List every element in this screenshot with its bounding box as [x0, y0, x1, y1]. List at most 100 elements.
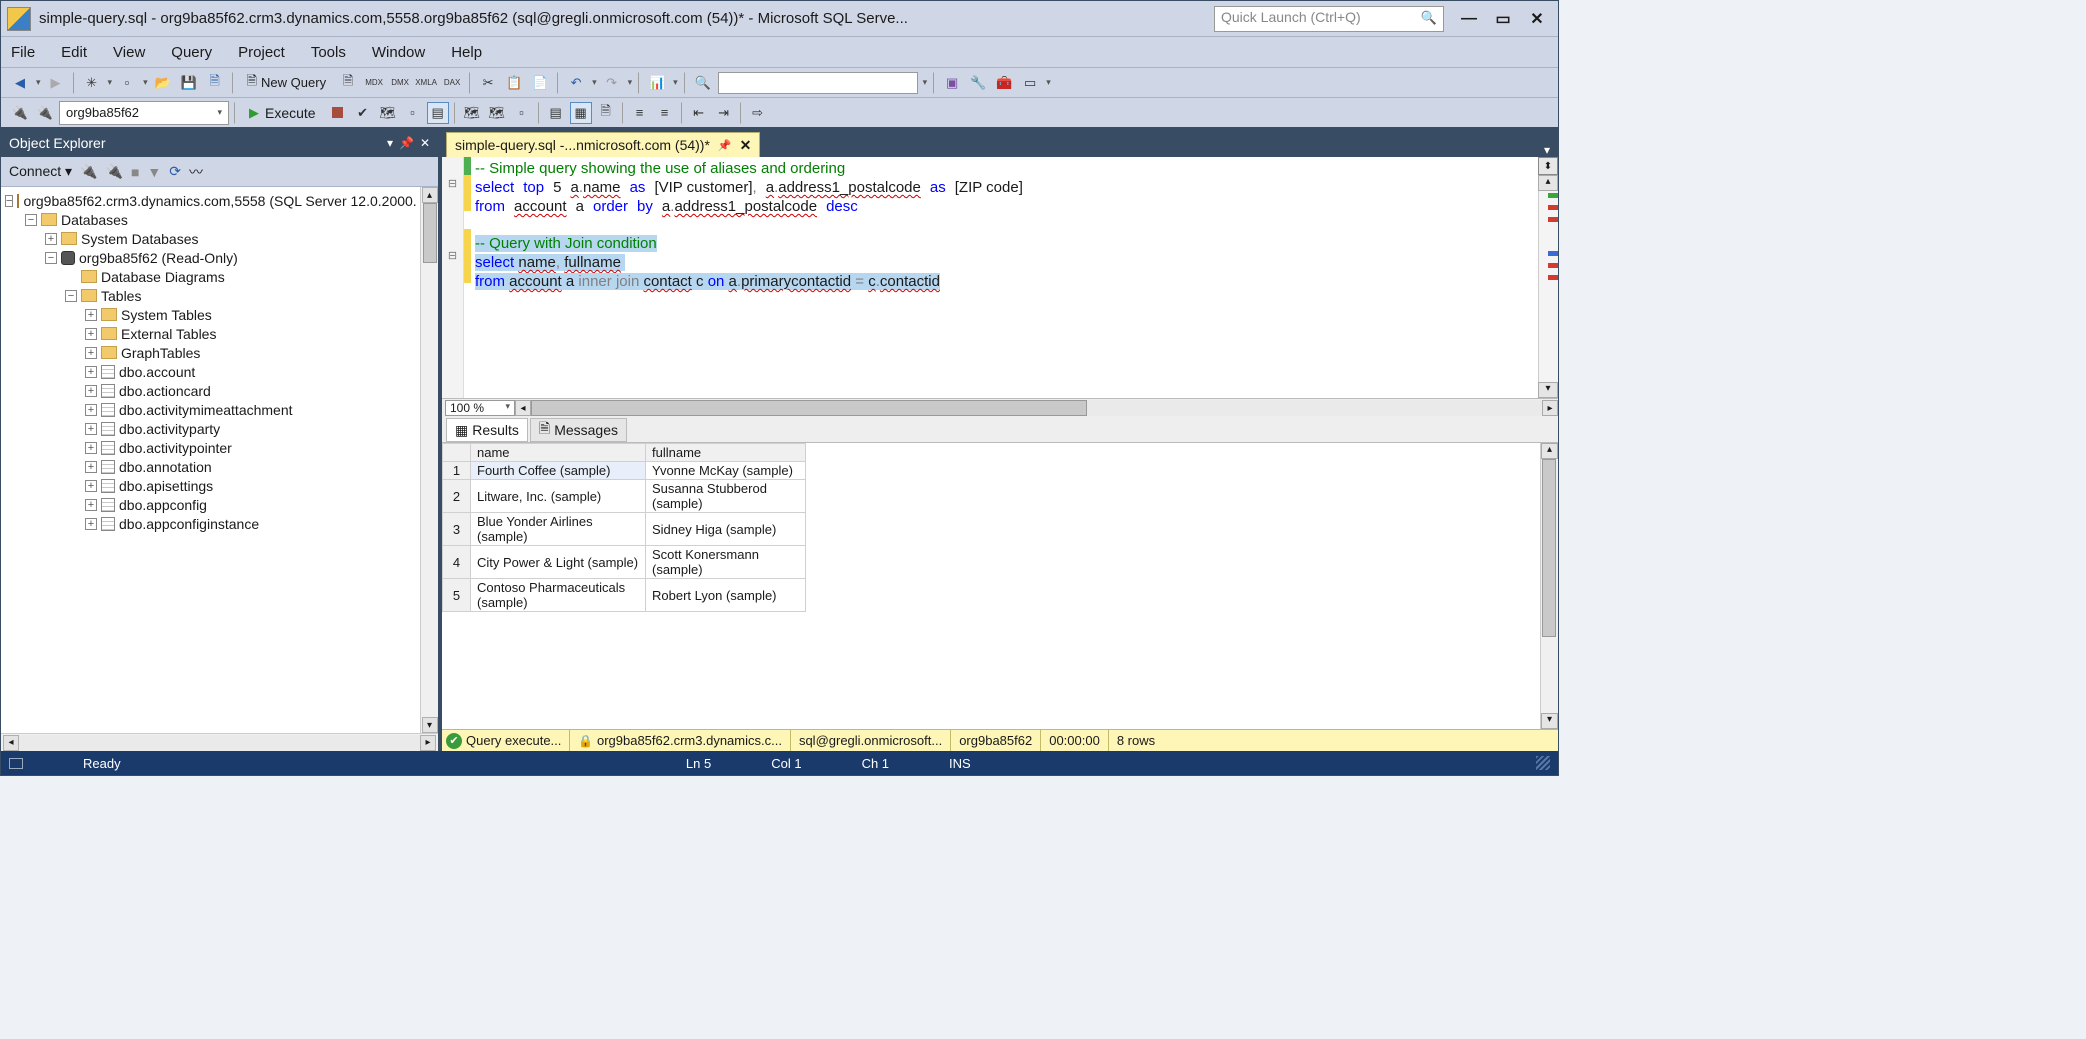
database-selector[interactable]: org9ba85f62▾ [59, 101, 229, 125]
menu-window[interactable]: Window [372, 44, 425, 61]
document-tab[interactable]: simple-query.sql -...nmicrosoft.com (54)… [446, 132, 760, 157]
tree-system-tables[interactable]: +System Tables [5, 305, 416, 324]
pin-tab-icon[interactable]: 📌 [718, 139, 732, 152]
window-position-icon[interactable]: ▾ [387, 136, 393, 150]
new-query-button[interactable]: 🗎 New Query [240, 71, 333, 95]
menu-tools[interactable]: Tools [311, 44, 346, 61]
zoom-selector[interactable]: 100 %▾ [445, 400, 515, 416]
activity-monitor-icon[interactable]: 📊 [646, 72, 668, 94]
quick-launch-input[interactable]: Quick Launch (Ctrl+Q) [1214, 6, 1444, 32]
change-connection-icon[interactable]: 🔌 [34, 102, 56, 124]
script-icon[interactable]: 🗎 [337, 72, 359, 94]
xmla-icon[interactable]: XMLA [415, 72, 437, 94]
grid-vertical-scrollbar[interactable]: ▴ ▾ [1540, 443, 1558, 729]
execute-button[interactable]: ▶ Execute [241, 101, 324, 125]
tree-table[interactable]: +dbo.activityparty [5, 419, 416, 438]
refresh-icon[interactable]: ⟳ [169, 163, 181, 180]
resize-grip-icon[interactable] [1536, 756, 1550, 770]
tree-table[interactable]: +dbo.apisettings [5, 476, 416, 495]
minimize-button[interactable]: — [1460, 10, 1478, 28]
pulse-icon[interactable]: 〰 [189, 162, 203, 182]
paste-icon[interactable]: 📄 [529, 72, 551, 94]
mdx-icon[interactable]: MDX [363, 72, 385, 94]
specify-values-icon[interactable]: ⇨ [747, 102, 769, 124]
menu-edit[interactable]: Edit [61, 44, 87, 61]
find-combo[interactable] [718, 72, 918, 94]
tree-user-database[interactable]: −org9ba85f62 (Read-Only) [5, 248, 416, 267]
code-content[interactable]: -- Simple query showing the use of alias… [471, 157, 1538, 398]
pin-icon[interactable]: 📌 [399, 136, 414, 150]
tree-tables[interactable]: −Tables [5, 286, 416, 305]
tab-overflow-icon[interactable]: ▾ [1536, 143, 1558, 157]
results-grid[interactable]: name fullname 1Fourth Coffee (sample)Yvo… [442, 443, 1558, 729]
dmx-icon[interactable]: DMX [389, 72, 411, 94]
extension-icon[interactable]: ▣ [941, 72, 963, 94]
find-icon[interactable]: 🔍 [692, 72, 714, 94]
indent-icon[interactable]: ⇤ [688, 102, 710, 124]
results-file-icon[interactable]: 🗎 [595, 102, 617, 124]
messages-tab[interactable]: 🗎Messages [530, 418, 627, 442]
hscroll-track[interactable] [531, 400, 1542, 416]
tree-vertical-scrollbar[interactable]: ▴ ▾ [420, 187, 438, 733]
menu-view[interactable]: View [113, 44, 145, 61]
column-header-name[interactable]: name [471, 444, 646, 462]
connect-icon[interactable]: 🔌 [9, 102, 31, 124]
grid-row[interactable]: 4City Power & Light (sample)Scott Koners… [443, 546, 806, 579]
grid-row[interactable]: 5Contoso Pharmaceuticals (sample)Robert … [443, 579, 806, 612]
grid-row[interactable]: 3Blue Yonder Airlines (sample)Sidney Hig… [443, 513, 806, 546]
tree-table[interactable]: +dbo.appconfiginstance [5, 514, 416, 533]
disconnect-icon[interactable]: 🔌 [80, 163, 97, 180]
tree-external-tables[interactable]: +External Tables [5, 324, 416, 343]
toolbox-icon[interactable]: 🧰 [993, 72, 1015, 94]
menu-help[interactable]: Help [451, 44, 482, 61]
back-button[interactable]: ◀ [9, 72, 31, 94]
disconnect-all-icon[interactable]: 🔌 [106, 163, 123, 180]
parse-icon[interactable]: ✔ [352, 102, 374, 124]
hscroll-right[interactable]: ▸ [1542, 400, 1558, 416]
stop-icon[interactable]: ■ [131, 164, 139, 180]
restore-button[interactable]: ▭ [1494, 10, 1512, 28]
grid-row[interactable]: 1Fourth Coffee (sample)Yvonne McKay (sam… [443, 462, 806, 480]
tree-table[interactable]: +dbo.annotation [5, 457, 416, 476]
undo-icon[interactable]: ↶ [565, 72, 587, 94]
dax-icon[interactable]: DAX [441, 72, 463, 94]
live-stats-icon[interactable]: 🗺 [486, 102, 508, 124]
grid-row[interactable]: 2Litware, Inc. (sample)Susanna Stubberod… [443, 480, 806, 513]
tree-table[interactable]: +dbo.appconfig [5, 495, 416, 514]
tree-system-databases[interactable]: +System Databases [5, 229, 416, 248]
tree-diagrams[interactable]: +Database Diagrams [5, 267, 416, 286]
menu-query[interactable]: Query [171, 44, 212, 61]
save-icon[interactable]: 💾 [178, 72, 200, 94]
client-stats-icon[interactable]: ▫ [511, 102, 533, 124]
copy-icon[interactable]: 📋 [503, 72, 525, 94]
menu-project[interactable]: Project [238, 44, 285, 61]
results-text-icon[interactable]: ▤ [545, 102, 567, 124]
tree-horizontal-scrollbar[interactable]: ◂▸ [1, 733, 438, 751]
connect-dropdown[interactable]: Connect ▾ [9, 163, 72, 180]
column-header-fullname[interactable]: fullname [646, 444, 806, 462]
close-panel-icon[interactable]: ✕ [420, 136, 430, 150]
tree-databases[interactable]: −Databases [5, 210, 416, 229]
open-icon[interactable]: 📂 [152, 72, 174, 94]
new-project-icon[interactable]: ✳ [81, 72, 103, 94]
uncomment-icon[interactable]: ≡ [654, 102, 676, 124]
filter-icon[interactable]: ▼ [147, 164, 161, 180]
forward-button[interactable]: ▶ [45, 72, 67, 94]
new-file-icon[interactable]: ▫ [116, 72, 138, 94]
tree-table[interactable]: +dbo.actioncard [5, 381, 416, 400]
redo-icon[interactable]: ↷ [601, 72, 623, 94]
query-options-icon[interactable]: ▫ [402, 102, 424, 124]
hscroll-left[interactable]: ◂ [515, 400, 531, 416]
sql-editor[interactable]: ⊟⊟ -- Simple query showing the use of al… [442, 157, 1558, 399]
intellisense-icon[interactable]: ▤ [427, 102, 449, 124]
tree-table[interactable]: +dbo.account [5, 362, 416, 381]
close-button[interactable]: ✕ [1528, 10, 1546, 28]
save-all-icon[interactable]: 🗎 [204, 72, 226, 94]
stop-button[interactable] [327, 102, 349, 124]
object-tree[interactable]: −org9ba85f62.crm3.dynamics.com,5558 (SQL… [1, 187, 420, 733]
outdent-icon[interactable]: ⇥ [713, 102, 735, 124]
wrench-icon[interactable]: 🔧 [967, 72, 989, 94]
editor-scrollbar[interactable]: ⬍ ▴ ▾ [1538, 157, 1558, 398]
tree-graph-tables[interactable]: +GraphTables [5, 343, 416, 362]
close-tab-icon[interactable]: ✕ [740, 137, 752, 154]
